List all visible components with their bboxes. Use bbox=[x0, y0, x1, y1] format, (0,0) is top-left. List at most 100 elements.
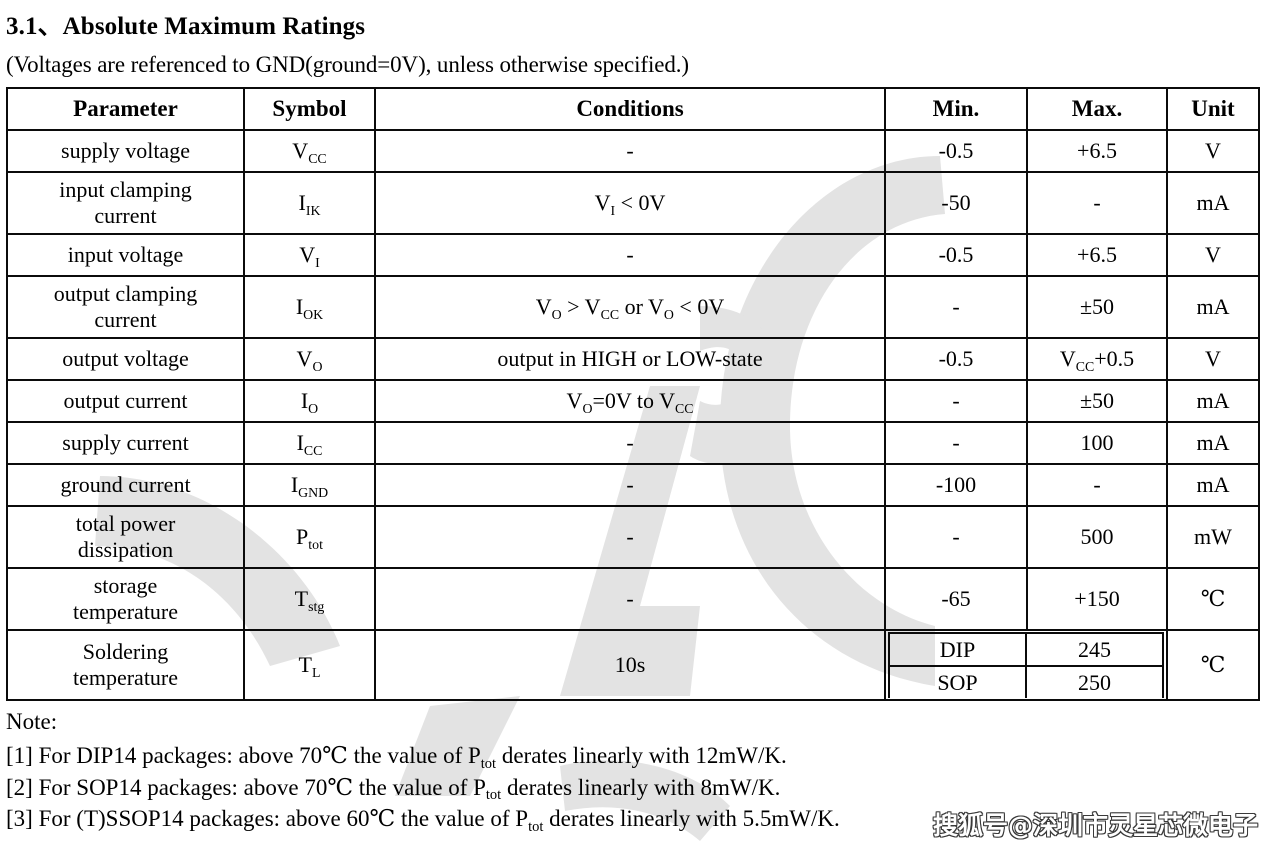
cell-unit: ℃ bbox=[1166, 567, 1260, 631]
table-row: ground current IGND - -100 - mA bbox=[6, 463, 1260, 507]
parameter-line-1: output clamping bbox=[53, 281, 198, 307]
symbol-subscript: OK bbox=[303, 306, 324, 322]
table-row: total power dissipation Ptot - - 500 mW bbox=[6, 505, 1260, 569]
parameter-line-2: temperature bbox=[72, 599, 179, 624]
table-row-soldering: Soldering temperature TL 10s DIP 245 SOP… bbox=[6, 629, 1260, 701]
cell-min: -100 bbox=[884, 463, 1028, 507]
cell-unit: V bbox=[1166, 337, 1260, 381]
table-row: input clamping current IIK VI < 0V -50 -… bbox=[6, 171, 1260, 235]
datasheet-page: 3.1、Absolute Maximum Ratings (Voltages a… bbox=[0, 6, 1266, 835]
cell-conditions: VO > VCC or VO < 0V bbox=[374, 275, 886, 339]
cell-parameter: input voltage bbox=[6, 233, 245, 277]
package-label-sop: SOP bbox=[888, 665, 1027, 698]
column-header-conditions: Conditions bbox=[374, 87, 886, 131]
cell-parameter: supply voltage bbox=[6, 129, 245, 173]
symbol-subscript: IK bbox=[305, 202, 321, 218]
table-row: storage temperature Tstg - -65 +150 ℃ bbox=[6, 567, 1260, 631]
cell-max: ±50 bbox=[1026, 379, 1168, 423]
section-subtitle: (Voltages are referenced to GND(ground=0… bbox=[6, 52, 689, 77]
cell-conditions: - bbox=[374, 129, 886, 173]
table-row: input voltage VI - -0.5 +6.5 V bbox=[6, 233, 1260, 277]
cell-parameter: ground current bbox=[6, 463, 245, 507]
cell-symbol: IIK bbox=[243, 171, 376, 235]
symbol-base: T bbox=[294, 586, 309, 612]
note-index: [2] bbox=[6, 774, 33, 800]
cell-symbol: VI bbox=[243, 233, 376, 277]
symbol-subscript: CC bbox=[308, 150, 327, 166]
notes-section: Note: [1] For DIP14 packages: above 70℃ … bbox=[6, 707, 1266, 835]
cell-conditions: - bbox=[374, 567, 886, 631]
cell-unit: ℃ bbox=[1166, 629, 1260, 701]
symbol-subscript: O bbox=[308, 400, 319, 416]
note-text-post: derates linearly with 8mW/K. bbox=[501, 774, 781, 800]
symbol-base: V bbox=[292, 138, 309, 164]
note-index: [1] bbox=[6, 742, 33, 768]
table-row: supply current ICC - - 100 mA bbox=[6, 421, 1260, 465]
absolute-maximum-ratings-table: Parameter Symbol Conditions Min. Max. Un… bbox=[6, 87, 1260, 701]
symbol-subscript: O bbox=[312, 358, 323, 374]
cell-max: ±50 bbox=[1026, 275, 1168, 339]
table-row: output clamping current IOK VO > VCC or … bbox=[6, 275, 1260, 339]
table-row: output voltage VO output in HIGH or LOW-… bbox=[6, 337, 1260, 381]
symbol-subscript: I bbox=[315, 254, 320, 270]
cell-conditions: - bbox=[374, 233, 886, 277]
parameter-line-2: dissipation bbox=[77, 537, 174, 562]
symbol-subscript: tot bbox=[308, 536, 323, 552]
cell-parameter: storage temperature bbox=[6, 567, 245, 631]
note-subscript: tot bbox=[485, 787, 502, 804]
max-base: V bbox=[1059, 346, 1076, 372]
cell-min: - bbox=[884, 421, 1028, 465]
parameter-line-2: current bbox=[94, 203, 157, 228]
note-item: [3] For (T)SSOP14 packages: above 60℃ th… bbox=[6, 804, 1266, 835]
cell-min: - bbox=[884, 379, 1028, 423]
notes-heading: Note: bbox=[6, 709, 58, 734]
cell-min: -0.5 bbox=[884, 233, 1028, 277]
symbol-base: T bbox=[298, 652, 312, 678]
column-header-symbol: Symbol bbox=[243, 87, 376, 131]
cell-conditions: output in HIGH or LOW-state bbox=[374, 337, 886, 381]
cell-max: +150 bbox=[1026, 567, 1168, 631]
cell-package-split: DIP 245 SOP 250 bbox=[884, 629, 1168, 701]
condition-subscript: I bbox=[610, 202, 616, 218]
cell-unit: mA bbox=[1166, 171, 1260, 235]
cell-parameter: output clamping current bbox=[6, 275, 245, 339]
cell-conditions: - bbox=[374, 463, 886, 507]
section-title-text: Absolute Maximum Ratings bbox=[62, 13, 366, 40]
cell-symbol: VO bbox=[243, 337, 376, 381]
max-subscript: CC bbox=[1075, 358, 1095, 374]
cell-parameter: output voltage bbox=[6, 337, 245, 381]
section-number: 3.1、 bbox=[6, 13, 63, 40]
cell-min: - bbox=[884, 275, 1028, 339]
cell-max: 100 bbox=[1026, 421, 1168, 465]
package-subtable: DIP 245 SOP 250 bbox=[888, 632, 1164, 698]
symbol-subscript: L bbox=[311, 664, 321, 680]
cell-max: +6.5 bbox=[1026, 129, 1168, 173]
package-value-dip: 245 bbox=[1025, 632, 1164, 667]
cell-parameter: output current bbox=[6, 379, 245, 423]
condition-subscript: O bbox=[582, 400, 593, 416]
cell-max: +6.5 bbox=[1026, 233, 1168, 277]
cell-symbol: Tstg bbox=[243, 567, 376, 631]
cell-max: - bbox=[1026, 463, 1168, 507]
symbol-subscript: stg bbox=[308, 598, 325, 614]
cell-symbol: Ptot bbox=[243, 505, 376, 569]
cell-min: -0.5 bbox=[884, 129, 1028, 173]
cell-conditions: VI < 0V bbox=[374, 171, 886, 235]
package-value-sop: 250 bbox=[1025, 665, 1164, 698]
cell-max: VCC+0.5 bbox=[1026, 337, 1168, 381]
note-text-pre: For DIP14 packages: above 70℃ the value … bbox=[38, 742, 481, 768]
cell-unit: mA bbox=[1166, 421, 1260, 465]
package-label-dip: DIP bbox=[888, 632, 1027, 667]
symbol-base: V bbox=[296, 346, 313, 372]
parameter-line-1: Soldering bbox=[82, 639, 169, 665]
page-title: 3.1、Absolute Maximum Ratings bbox=[6, 6, 1266, 42]
column-header-parameter: Parameter bbox=[6, 87, 245, 131]
table-row: supply voltage VCC - -0.5 +6.5 V bbox=[6, 129, 1260, 173]
note-text-pre: For (T)SSOP14 packages: above 60℃ the va… bbox=[38, 806, 529, 832]
condition-subscript: CC bbox=[600, 306, 620, 322]
symbol-subscript: CC bbox=[303, 442, 323, 458]
cell-symbol: ICC bbox=[243, 421, 376, 465]
parameter-line-2: current bbox=[94, 307, 157, 332]
max-tail: +0.5 bbox=[1094, 346, 1135, 372]
package-row-dip: DIP 245 bbox=[888, 632, 1164, 667]
